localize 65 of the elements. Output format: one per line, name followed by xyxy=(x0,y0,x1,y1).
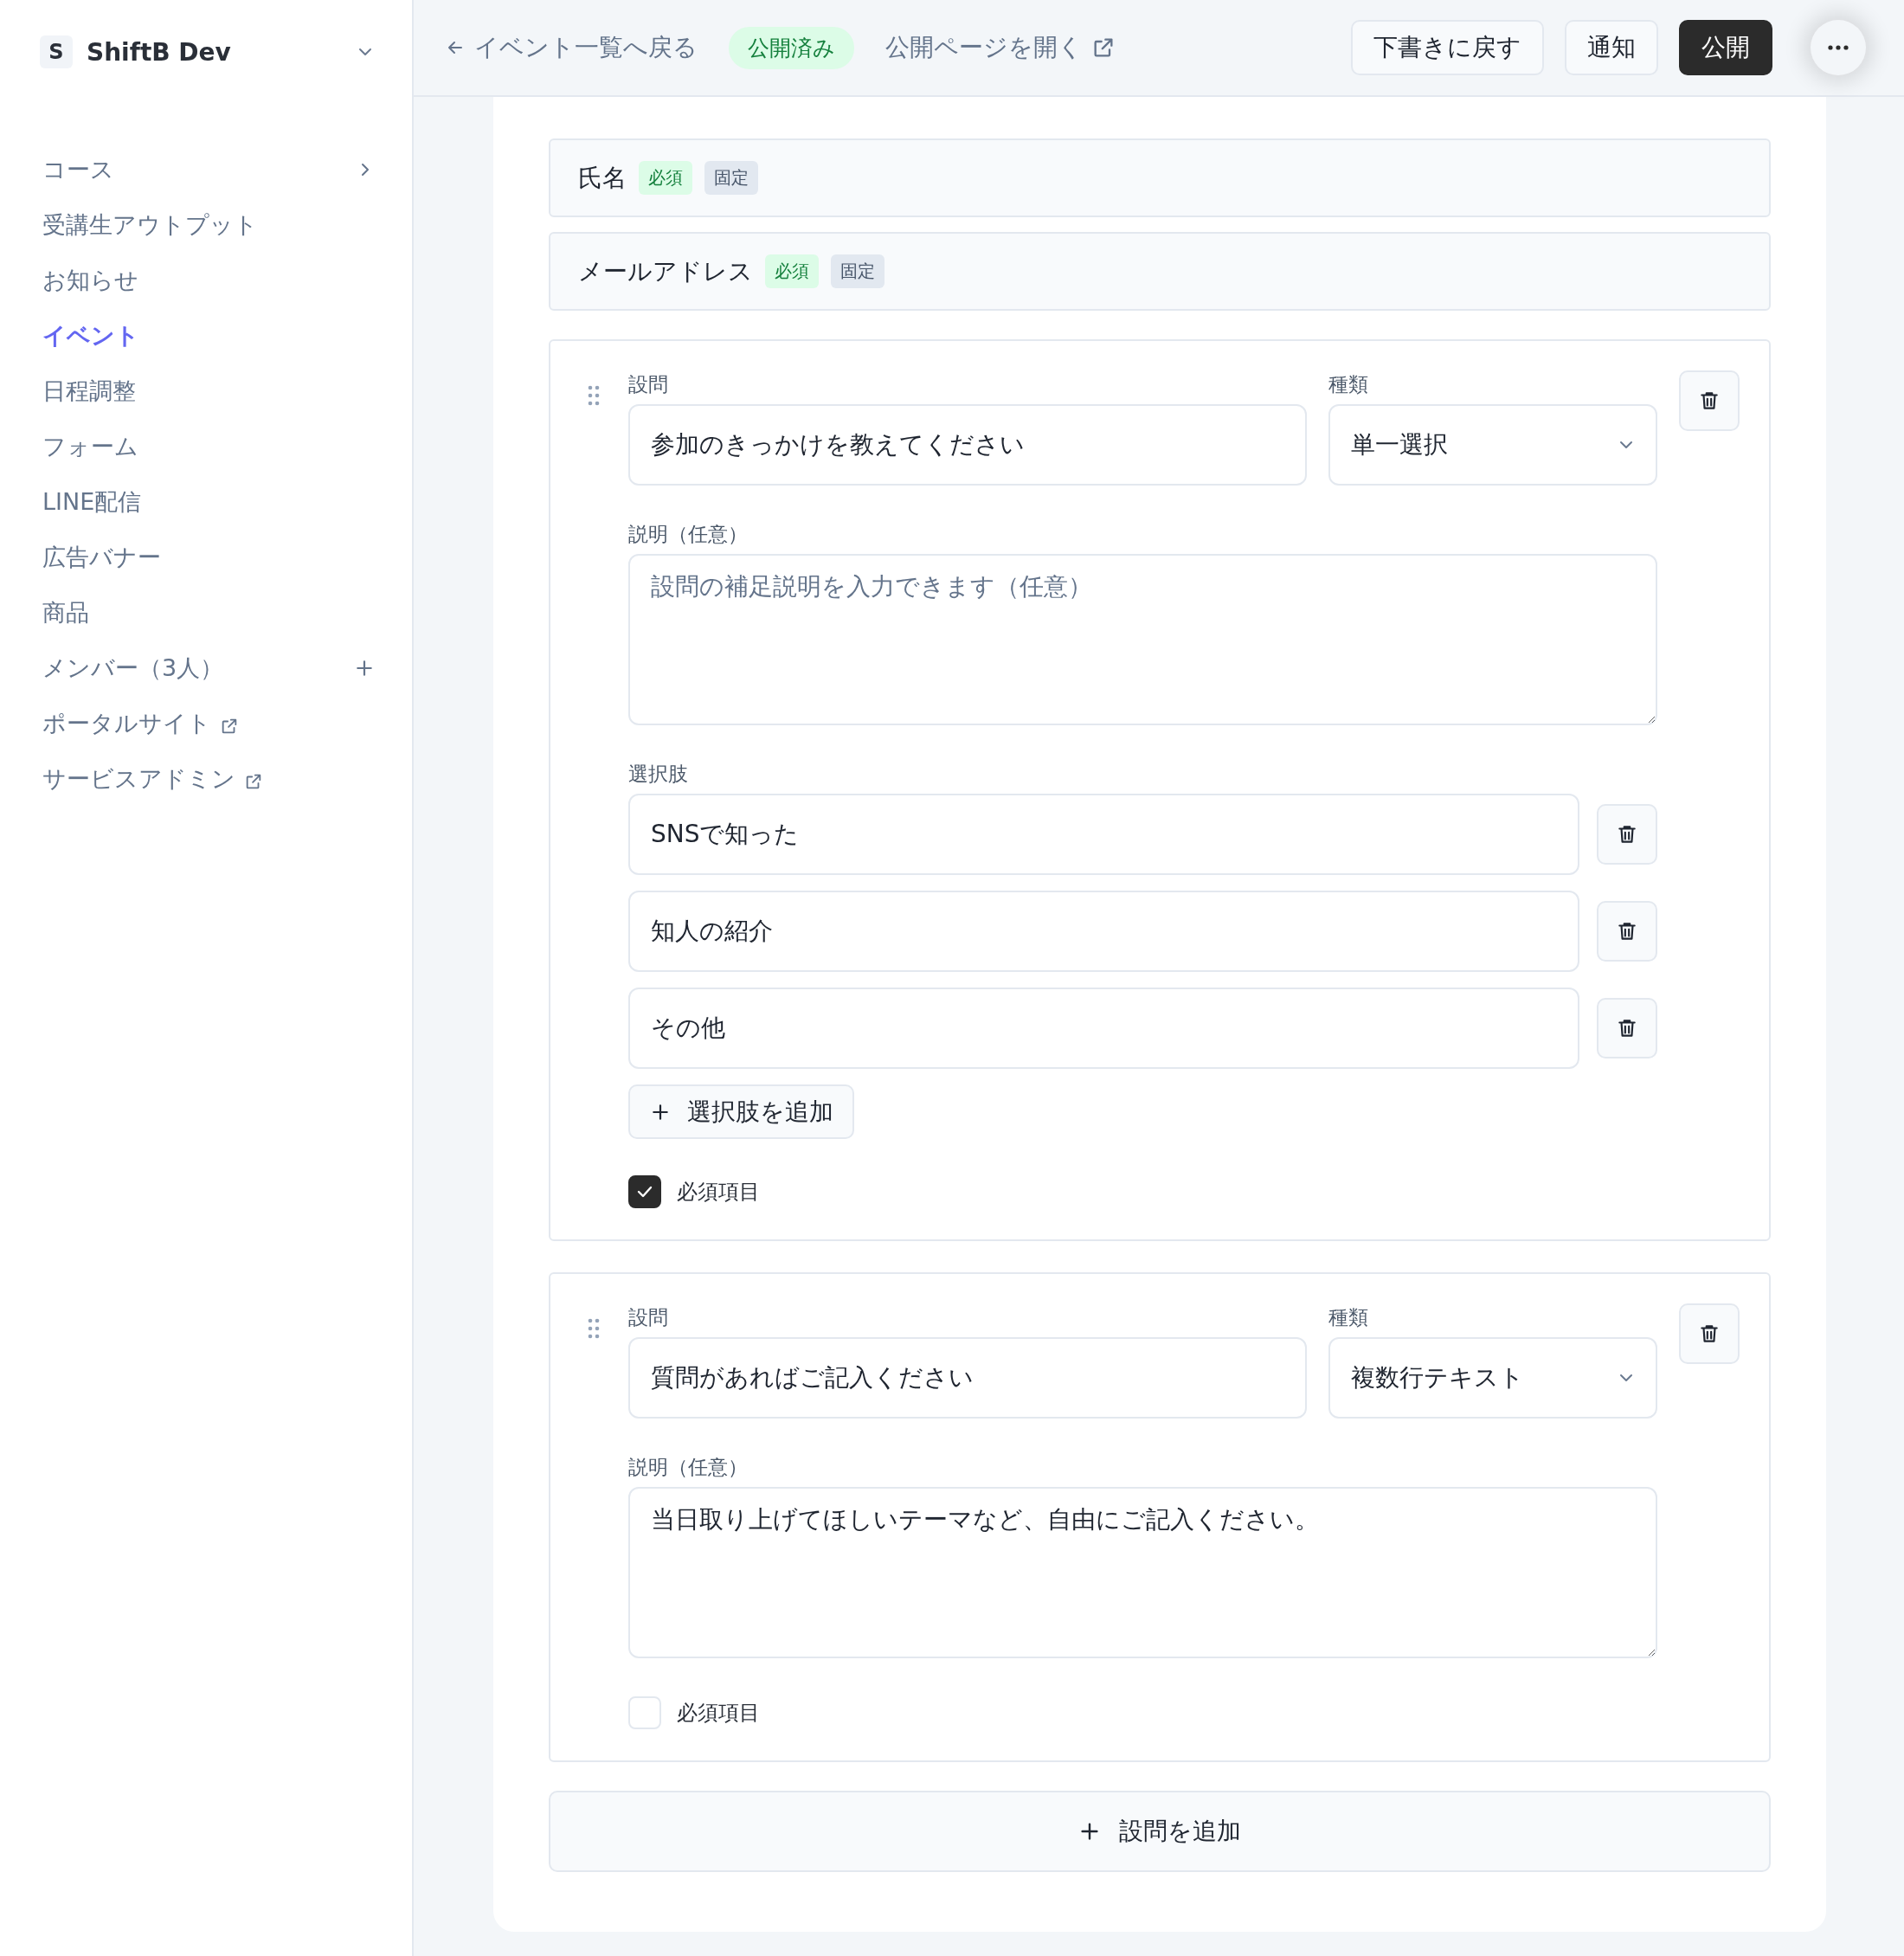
delete-option-button[interactable] xyxy=(1597,998,1657,1058)
sidebar-item[interactable]: サービスアドミン xyxy=(40,760,374,798)
workspace-name: ShiftB Dev xyxy=(87,37,232,67)
external-link-icon xyxy=(220,717,239,736)
field-label: 設問 xyxy=(628,1305,669,1330)
plus-icon xyxy=(355,659,374,678)
field-label: 選択肢 xyxy=(628,762,689,787)
delete-question-button[interactable] xyxy=(1679,1303,1740,1364)
type-select[interactable]: 単一選択 xyxy=(1328,404,1657,486)
field-label: 種類 xyxy=(1328,1305,1369,1330)
fixed-badge: 固定 xyxy=(831,254,884,288)
sidebar-item[interactable]: 広告バナー xyxy=(40,538,374,576)
option-input[interactable]: 知人の紹介 xyxy=(628,891,1579,972)
required-badge: 必須 xyxy=(765,254,819,288)
checkbox-label: 必須項目 xyxy=(677,1179,760,1206)
delete-option-button[interactable] xyxy=(1597,901,1657,962)
question-input[interactable]: 質問があればご記入ください xyxy=(628,1337,1307,1419)
sidebar-item[interactable]: イベント xyxy=(40,317,374,355)
open-page-link[interactable]: 公開ページを開く xyxy=(885,31,1116,64)
field-name: 氏名 xyxy=(578,162,627,194)
trash-icon xyxy=(1616,823,1638,846)
description-textarea[interactable]: 当日取り上げてほしいテーマなど、自由にご記入ください。 xyxy=(628,1487,1657,1658)
field-label: 説明（任意） xyxy=(628,1455,749,1480)
required-checkbox[interactable] xyxy=(628,1175,661,1208)
sidebar-item[interactable]: 受講生アウトプット xyxy=(40,206,374,244)
header-button[interactable]: 下書きに戻す xyxy=(1351,20,1544,75)
delete-question-button[interactable] xyxy=(1679,370,1740,431)
trash-icon xyxy=(1616,1017,1638,1039)
trash-icon xyxy=(1616,920,1638,943)
add-option-button[interactable]: 選択肢を追加 xyxy=(628,1084,854,1139)
field-label: 種類 xyxy=(1328,372,1369,397)
sidebar-item[interactable]: メンバー（3人） xyxy=(40,649,374,687)
sidebar-item[interactable]: 日程調整 xyxy=(40,372,374,410)
delete-option-button[interactable] xyxy=(1597,804,1657,865)
field-label: 説明（任意） xyxy=(628,522,749,547)
option-input[interactable]: その他 xyxy=(628,988,1579,1069)
workspace-switcher[interactable]: S ShiftB Dev xyxy=(40,35,374,69)
checkbox-label: 必須項目 xyxy=(677,1700,760,1727)
drag-handle-icon[interactable] xyxy=(587,1317,601,1340)
plus-icon xyxy=(651,1102,670,1122)
back-link[interactable]: イベント一覧へ戻る xyxy=(445,31,698,64)
required-badge: 必須 xyxy=(639,161,692,195)
option-input[interactable]: SNSで知った xyxy=(628,794,1579,875)
trash-icon xyxy=(1698,1322,1721,1345)
sidebar-item[interactable]: LINE配信 xyxy=(40,483,374,521)
fixed-badge: 固定 xyxy=(704,161,758,195)
sidebar-item[interactable]: コース xyxy=(40,151,374,189)
add-question-button[interactable]: 設問を追加 xyxy=(549,1791,1771,1872)
workspace-avatar: S xyxy=(40,35,73,68)
field-name: メールアドレス xyxy=(578,255,753,287)
trash-icon xyxy=(1698,389,1721,412)
sidebar-item[interactable]: お知らせ xyxy=(40,261,374,299)
more-icon xyxy=(1827,44,1849,51)
field-label: 設問 xyxy=(628,372,669,397)
type-select[interactable]: 複数行テキスト xyxy=(1328,1337,1657,1419)
sidebar-item[interactable]: ポータルサイト xyxy=(40,705,374,743)
header-button[interactable]: 通知 xyxy=(1565,20,1658,75)
publish-button[interactable]: 公開 xyxy=(1679,20,1772,75)
external-link-icon xyxy=(244,772,263,791)
sidebar-item[interactable]: 商品 xyxy=(40,594,374,632)
sidebar-item[interactable]: フォーム xyxy=(40,428,374,466)
status-badge: 公開済み xyxy=(729,26,854,69)
question-input[interactable]: 参加のきっかけを教えてください xyxy=(628,404,1307,486)
description-textarea[interactable]: 設問の補足説明を入力できます（任意） xyxy=(628,554,1657,725)
drag-handle-icon[interactable] xyxy=(587,384,601,407)
